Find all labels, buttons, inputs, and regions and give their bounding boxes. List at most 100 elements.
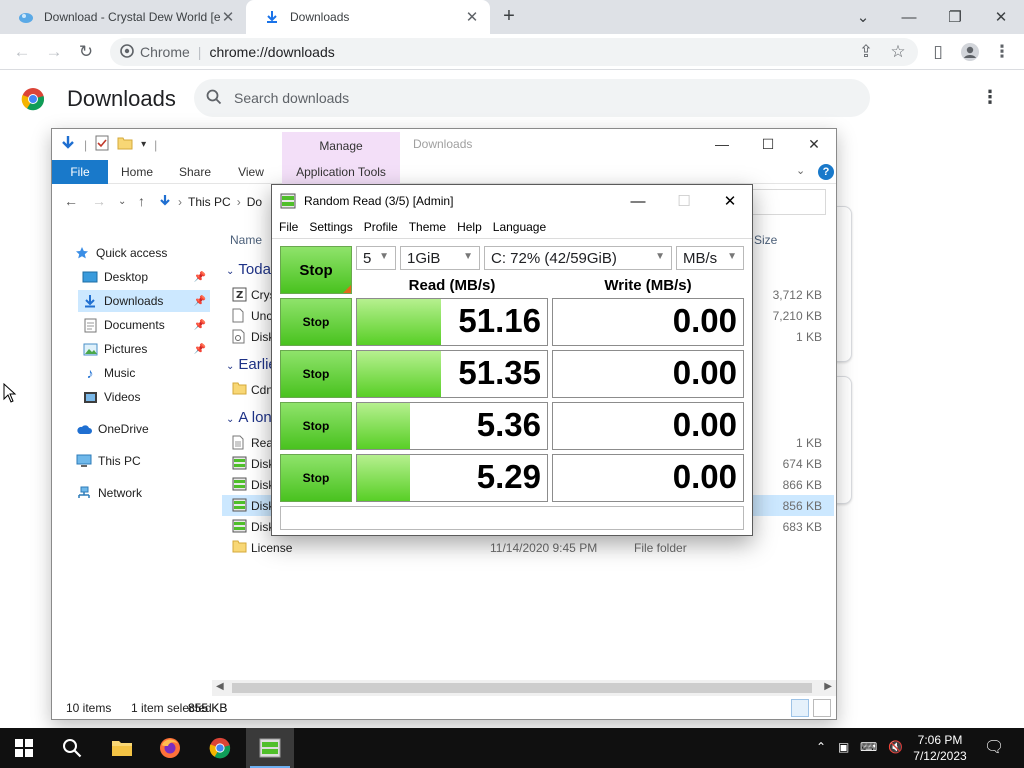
security-tray-icon[interactable]: ▣ xyxy=(838,740,849,754)
column-header-name[interactable]: Name xyxy=(230,233,262,247)
ribbon-tab-view[interactable]: View xyxy=(228,160,274,184)
back-icon[interactable]: ← xyxy=(8,38,36,66)
close-tab-icon[interactable]: ✕ xyxy=(220,8,236,26)
nav-downloads[interactable]: Downloads 📌 xyxy=(78,290,210,312)
help-icon[interactable]: ? xyxy=(818,164,834,180)
download-folder-icon[interactable] xyxy=(60,135,76,154)
tab-crystal-dew-world[interactable]: Download - Crystal Dew World [e ✕ xyxy=(0,0,246,34)
search-button[interactable] xyxy=(48,728,96,768)
forward-icon[interactable]: → xyxy=(40,38,68,66)
nav-desktop[interactable]: Desktop 📌 xyxy=(82,266,210,288)
test-count-select[interactable]: 5 ▼ xyxy=(356,246,396,270)
new-tab-button[interactable]: + xyxy=(498,4,520,30)
manage-tab[interactable]: Manage xyxy=(282,132,400,160)
taskbar-crystaldiskmark[interactable] xyxy=(246,728,294,768)
menu-theme[interactable]: Theme xyxy=(409,220,446,234)
menu-settings[interactable]: Settings xyxy=(309,220,352,234)
close-window-icon[interactable]: ✕ xyxy=(791,131,837,157)
close-window-icon[interactable]: ✕ xyxy=(978,0,1024,34)
minimize-icon[interactable]: — xyxy=(886,0,932,34)
recent-locations-icon[interactable]: ⌄ xyxy=(118,196,126,207)
nav-documents[interactable]: Documents 📌 xyxy=(82,314,210,336)
bookmark-star-icon[interactable]: ☆ xyxy=(884,38,912,66)
stop-all-button[interactable]: Stop xyxy=(280,246,352,294)
drive-select[interactable]: C: 72% (42/59GiB) ▼ xyxy=(484,246,672,270)
nav-videos[interactable]: Videos xyxy=(82,386,210,408)
more-actions-icon[interactable]: ⋮ xyxy=(978,87,1002,111)
horizontal-scrollbar[interactable]: ◀ ▶ xyxy=(212,680,836,696)
side-panel-icon[interactable]: ▯ xyxy=(924,38,952,66)
file-row[interactable]: License 11/14/2020 9:45 PM File folder xyxy=(222,537,834,558)
search-downloads-input[interactable] xyxy=(234,90,834,106)
taskbar-firefox[interactable] xyxy=(146,728,194,768)
ribbon-expand-icon[interactable]: ⌄ xyxy=(796,164,805,177)
start-button[interactable] xyxy=(0,728,48,768)
keyboard-tray-icon[interactable]: ⌨ xyxy=(860,740,877,754)
unit-select[interactable]: MB/s ▼ xyxy=(676,246,744,270)
test-stop-button[interactable]: Stop xyxy=(280,298,352,346)
scroll-left-icon[interactable]: ◀ xyxy=(216,681,224,692)
maximize-icon[interactable]: ☐ xyxy=(745,131,791,157)
menu-file[interactable]: File xyxy=(279,220,298,234)
volume-muted-icon[interactable]: 🔇 xyxy=(888,740,903,754)
cdm-body: Stop 5 ▼ 1GiB ▼ C: 72% (42/59GiB) ▼ MB/s ▼ R… xyxy=(272,238,752,535)
nav-this-pc[interactable]: This PC xyxy=(76,450,210,472)
scrollbar-thumb[interactable] xyxy=(232,683,812,693)
show-hidden-icons-icon[interactable]: ⌃ xyxy=(816,740,826,754)
folder-icon xyxy=(232,382,247,397)
chrome-tabstrip: Download - Crystal Dew World [e ✕ Downlo… xyxy=(0,0,1024,34)
menu-language[interactable]: Language xyxy=(493,220,546,234)
ribbon-tab-application-tools[interactable]: Application Tools xyxy=(282,160,400,184)
minimize-icon[interactable]: — xyxy=(615,187,661,215)
explorer-search-input[interactable] xyxy=(752,189,826,215)
share-icon[interactable]: ⇪ xyxy=(852,38,880,66)
restore-icon[interactable]: ❐ xyxy=(932,0,978,34)
close-window-icon[interactable]: ✕ xyxy=(707,187,753,215)
qat-dropdown-icon[interactable]: ▾ xyxy=(141,139,146,150)
cdm-window-title: Random Read (3/5) [Admin] xyxy=(304,194,454,208)
nav-onedrive[interactable]: OneDrive xyxy=(76,418,210,440)
taskbar-clock[interactable]: 7:06 PM 7/12/2023 xyxy=(905,732,975,764)
breadcrumb[interactable]: › This PC › Do xyxy=(158,190,262,214)
omnibox-separator: | xyxy=(197,44,202,60)
scroll-right-icon[interactable]: ▶ xyxy=(824,681,832,692)
large-icons-view-icon[interactable] xyxy=(813,699,831,717)
profile-avatar-icon[interactable] xyxy=(956,38,984,66)
nav-music[interactable]: ♪ Music xyxy=(82,362,210,384)
test-stop-button[interactable]: Stop xyxy=(280,402,352,450)
nav-quick-access[interactable]: Quick access xyxy=(74,242,210,264)
details-view-icon[interactable] xyxy=(791,699,809,717)
ribbon-tab-home[interactable]: Home xyxy=(114,160,160,184)
back-icon[interactable]: ← xyxy=(64,193,78,209)
ribbon-tab-share[interactable]: Share xyxy=(172,160,218,184)
up-icon[interactable]: ↑ xyxy=(138,193,145,209)
tab-search-icon[interactable]: ⌄ xyxy=(840,0,886,34)
minimize-icon[interactable]: — xyxy=(699,131,745,157)
properties-icon[interactable] xyxy=(95,135,109,154)
taskbar-chrome[interactable] xyxy=(196,728,244,768)
ribbon-tab-file[interactable]: File xyxy=(52,160,108,184)
menu-help[interactable]: Help xyxy=(457,220,482,234)
taskbar-file-explorer[interactable] xyxy=(98,728,146,768)
pin-icon: 📌 xyxy=(193,319,206,331)
test-size-select[interactable]: 1GiB ▼ xyxy=(400,246,480,270)
notifications-icon[interactable]: 🗨 xyxy=(984,737,1004,757)
tab-downloads[interactable]: Downloads ✕ xyxy=(246,0,490,34)
nav-network[interactable]: Network xyxy=(76,482,210,504)
new-folder-icon[interactable] xyxy=(117,136,133,153)
chrome-menu-icon[interactable]: ⋮ xyxy=(988,38,1016,66)
reload-icon[interactable]: ↻ xyxy=(72,38,100,66)
nav-pictures[interactable]: Pictures 📌 xyxy=(82,338,210,360)
comment-input[interactable] xyxy=(280,506,744,530)
column-header-size[interactable]: Size xyxy=(754,233,777,247)
forward-icon[interactable]: → xyxy=(92,193,106,209)
close-tab-icon[interactable]: ✕ xyxy=(464,8,480,26)
menu-profile[interactable]: Profile xyxy=(364,220,398,234)
breadcrumb-downloads[interactable]: Do xyxy=(247,195,262,209)
address-bar[interactable]: Chrome | chrome://downloads xyxy=(110,38,918,66)
test-stop-button[interactable]: Stop xyxy=(280,350,352,398)
breadcrumb-this-pc[interactable]: This PC xyxy=(188,195,231,209)
group-header-earlier[interactable]: ⌄ Earlie xyxy=(226,356,277,373)
test-stop-button[interactable]: Stop xyxy=(280,454,352,502)
search-downloads-box[interactable] xyxy=(194,79,870,117)
